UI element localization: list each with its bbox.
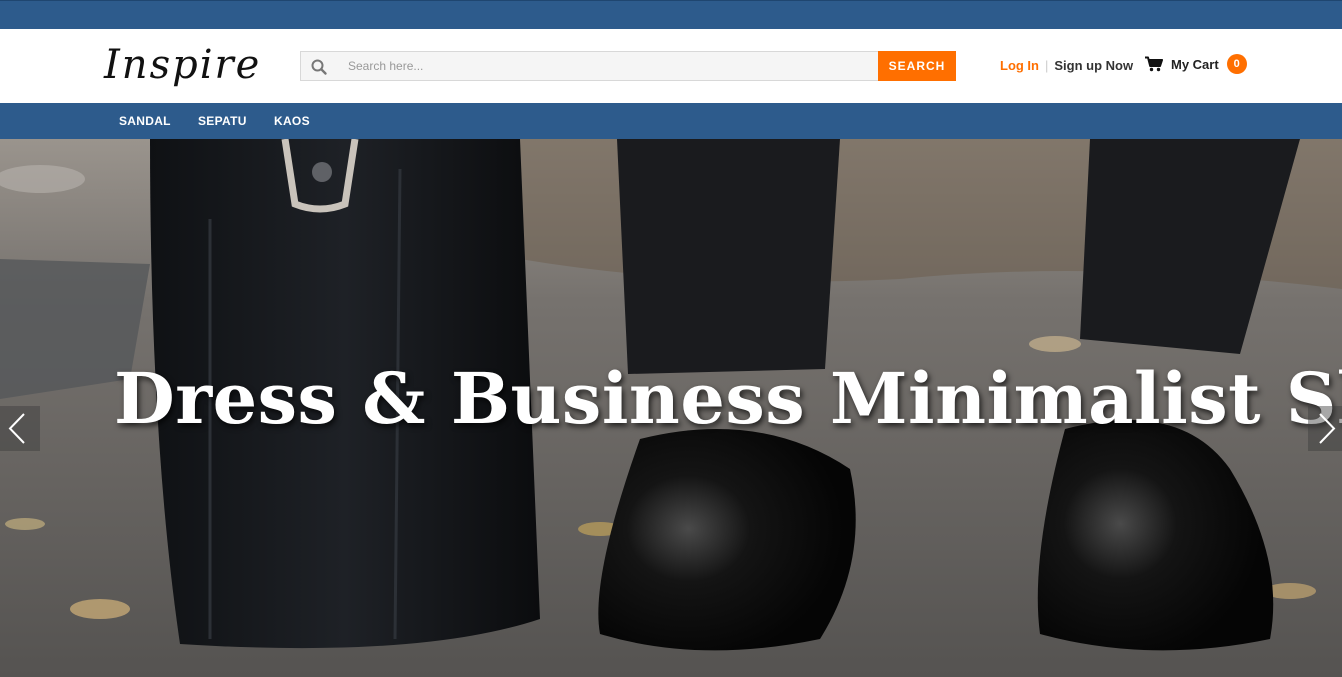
cart-count-badge: 0 bbox=[1226, 54, 1247, 74]
login-link[interactable]: Log In bbox=[1000, 58, 1039, 73]
cart-label: My Cart bbox=[1171, 56, 1219, 72]
chevron-left-icon bbox=[8, 413, 25, 444]
slider-prev-button[interactable] bbox=[0, 406, 40, 451]
auth-separator: | bbox=[1045, 58, 1049, 73]
main-nav: SANDAL SEPATU KAOS bbox=[0, 103, 1342, 139]
chevron-right-icon bbox=[1319, 413, 1336, 444]
site-header: Inspire SEARCH Log In | Sign up Now My Car… bbox=[0, 29, 1342, 103]
search-button[interactable]: SEARCH bbox=[878, 51, 956, 81]
search-bar: SEARCH bbox=[300, 51, 956, 81]
cart-button[interactable]: My Cart 0 bbox=[1145, 53, 1247, 75]
slider-next-button[interactable] bbox=[1308, 406, 1342, 451]
search-input[interactable] bbox=[338, 52, 873, 80]
nav-item-sepatu[interactable]: SEPATU bbox=[198, 103, 247, 139]
nav-item-sandal[interactable]: SANDAL bbox=[119, 103, 171, 139]
hero-slider: Dress & Business Minimalist Shoes bbox=[0, 139, 1342, 677]
cart-icon bbox=[1145, 56, 1163, 72]
auth-links: Log In | Sign up Now bbox=[1000, 57, 1133, 75]
top-bar bbox=[0, 0, 1342, 29]
search-box bbox=[300, 51, 878, 81]
search-icon bbox=[311, 59, 327, 75]
signup-link[interactable]: Sign up Now bbox=[1054, 58, 1133, 73]
hero-title: Dress & Business Minimalist Shoes bbox=[114, 357, 1342, 440]
nav-item-kaos[interactable]: KAOS bbox=[274, 103, 310, 139]
logo[interactable]: Inspire bbox=[104, 37, 261, 93]
